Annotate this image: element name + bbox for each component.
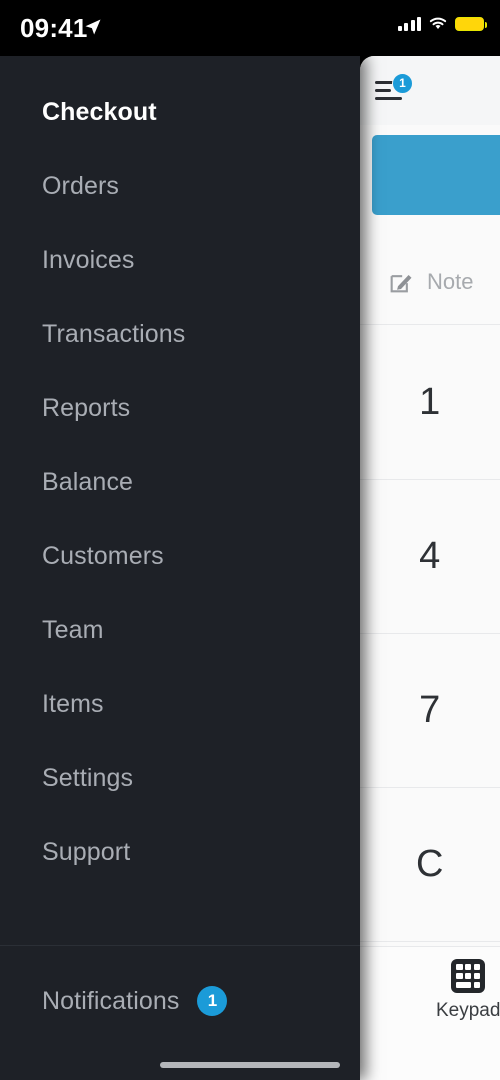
tab-keypad[interactable]: Keypad [436, 959, 500, 1022]
sidebar-item-label: Checkout [42, 97, 157, 126]
sidebar-item-label: Orders [42, 171, 120, 200]
location-arrow-icon [85, 19, 101, 35]
status-bar-time: 09:41 [20, 13, 88, 43]
keypad-key[interactable]: 1 [360, 326, 500, 480]
sidebar-item-label: Settings [42, 763, 134, 792]
keypad-key-label: 4 [419, 535, 441, 577]
keypad-key[interactable]: 7 [360, 634, 500, 788]
sidebar-item-notifications[interactable]: Notifications 1 [0, 976, 360, 1026]
status-bar: 09:41 [0, 0, 500, 56]
wifi-icon [429, 17, 447, 29]
sidebar-item-label: Items [42, 689, 104, 718]
keypad-key-label: C [416, 843, 444, 885]
sidebar-divider [0, 945, 360, 946]
sidebar-item-team[interactable]: Team [0, 612, 360, 648]
tab-keypad-label: Keypad [436, 1000, 500, 1021]
note-placeholder: Note [427, 268, 474, 294]
phone-screen: 09:41 1 Note 1 4 7 C Keypad Checkout Ord… [0, 0, 500, 1080]
keypad-key-clear[interactable]: C [360, 788, 500, 942]
sidebar-item-label: Team [42, 615, 104, 644]
sidebar-item-label: Transactions [42, 319, 186, 348]
battery-icon [455, 16, 487, 31]
menu-badge: 1 [392, 72, 413, 94]
sidebar-item-items[interactable]: Items [0, 686, 360, 722]
sidebar-item-label: Support [42, 837, 131, 866]
sidebar-item-label: Reports [42, 393, 131, 422]
amount-card[interactable] [372, 135, 500, 215]
hamburger-menu-icon[interactable]: 1 [375, 72, 413, 105]
nav-list: Checkout Orders Invoices Transactions Re… [0, 56, 360, 908]
sidebar-item-checkout[interactable]: Checkout [0, 94, 360, 130]
sidebar-item-reports[interactable]: Reports [0, 390, 360, 426]
sidebar-item-orders[interactable]: Orders [0, 168, 360, 204]
note-pencil-icon [390, 274, 412, 292]
status-bar-indicators [397, 16, 487, 31]
sidebar-item-balance[interactable]: Balance [0, 464, 360, 500]
sidebar-item-customers[interactable]: Customers [0, 538, 360, 574]
keypad-key-label: 7 [419, 689, 441, 731]
sidebar-item-transactions[interactable]: Transactions [0, 316, 360, 352]
sidebar-item-settings[interactable]: Settings [0, 760, 360, 796]
cellular-signal-icon [397, 16, 421, 31]
sidebar-item-label: Balance [42, 467, 134, 496]
sidebar-item-label: Invoices [42, 245, 135, 274]
checkout-panel: 1 Note 1 4 7 C Keypad [360, 56, 500, 1080]
note-field[interactable]: Note [360, 239, 500, 325]
navigation-drawer: Checkout Orders Invoices Transactions Re… [0, 56, 360, 1080]
bottom-tab-bar: Keypad [360, 946, 500, 1080]
panel-header: 1 [360, 56, 500, 125]
sidebar-item-label: Notifications [42, 986, 180, 1015]
keypad-key[interactable]: 4 [360, 480, 500, 634]
sidebar-item-support[interactable]: Support [0, 834, 360, 870]
home-indicator[interactable] [160, 1062, 340, 1068]
keypad-key-label: 1 [419, 381, 441, 423]
sidebar-item-invoices[interactable]: Invoices [0, 242, 360, 278]
notifications-badge: 1 [197, 986, 228, 1016]
keypad-grid-icon [451, 959, 486, 993]
sidebar-item-label: Customers [42, 541, 164, 570]
